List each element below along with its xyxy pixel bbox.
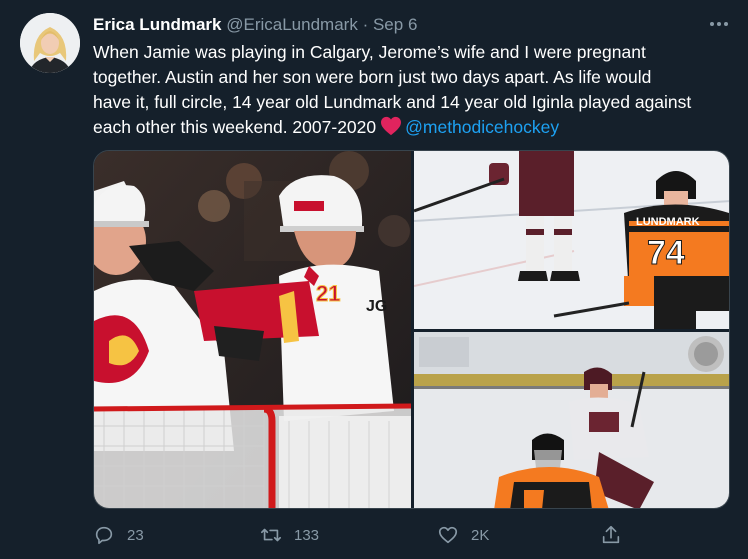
separator-dot: · (362, 15, 369, 34)
photo-image: LUNDMARK 74 (414, 151, 729, 329)
tweet-text-line: have it, full circle, 14 year old Lundma… (93, 92, 692, 112)
retweet-arrows-icon (261, 528, 281, 542)
reply-bubble-icon (95, 526, 113, 545)
share-upload-icon (602, 525, 620, 544)
share-button[interactable] (600, 522, 622, 548)
tweet-date[interactable]: Sep 6 (373, 15, 417, 34)
tweet-text-line: together. Austin and her son were born j… (93, 67, 652, 87)
like-button[interactable]: 2K (437, 522, 489, 548)
reply-button[interactable]: 23 (93, 522, 144, 548)
jersey-number-text: 74 (647, 234, 685, 272)
mention-link[interactable]: @methodicehockey (405, 117, 559, 137)
red-heart-icon (380, 116, 402, 143)
retweet-count: 133 (294, 526, 320, 544)
tweet-actions: 23 133 2K (93, 522, 633, 548)
avatar[interactable] (20, 13, 80, 73)
photo-image: 21 JG (94, 151, 411, 508)
jersey-name-text: LUNDMARK (636, 216, 700, 228)
more-horizontal-icon (710, 22, 728, 26)
media-grid: 21 JG LUNDMARK 74 (93, 150, 730, 509)
tweet-text-line-last: each other this weekend. 2007-2020 @metho… (93, 115, 733, 143)
like-count: 2K (471, 526, 490, 544)
user-handle[interactable]: @EricaLundmark (226, 15, 358, 34)
jersey-number-text: 21 (316, 281, 340, 306)
more-options-button[interactable] (707, 14, 731, 34)
tweet-header: Erica Lundmark @EricaLundmark · Sep 6 (93, 14, 693, 36)
tweet-text: When Jamie was playing in Calgary, Jerom… (93, 40, 733, 143)
tweet-text-line: When Jamie was playing in Calgary, Jerom… (93, 42, 646, 62)
photo-lundmark-74[interactable]: LUNDMARK 74 (414, 151, 729, 329)
heart-outline-icon (438, 526, 458, 544)
reply-count: 23 (127, 526, 144, 544)
display-name[interactable]: Erica Lundmark (93, 15, 222, 34)
tweet-text-line: each other this weekend. 2007-2020 (93, 117, 377, 137)
jersey-letters-text: JG (366, 298, 387, 315)
photo-flames-celebration[interactable]: 21 JG (94, 151, 411, 508)
photo-image (414, 332, 729, 508)
retweet-button[interactable]: 133 (260, 522, 319, 548)
photo-game-action[interactable] (414, 332, 729, 508)
avatar-photo (20, 13, 80, 73)
